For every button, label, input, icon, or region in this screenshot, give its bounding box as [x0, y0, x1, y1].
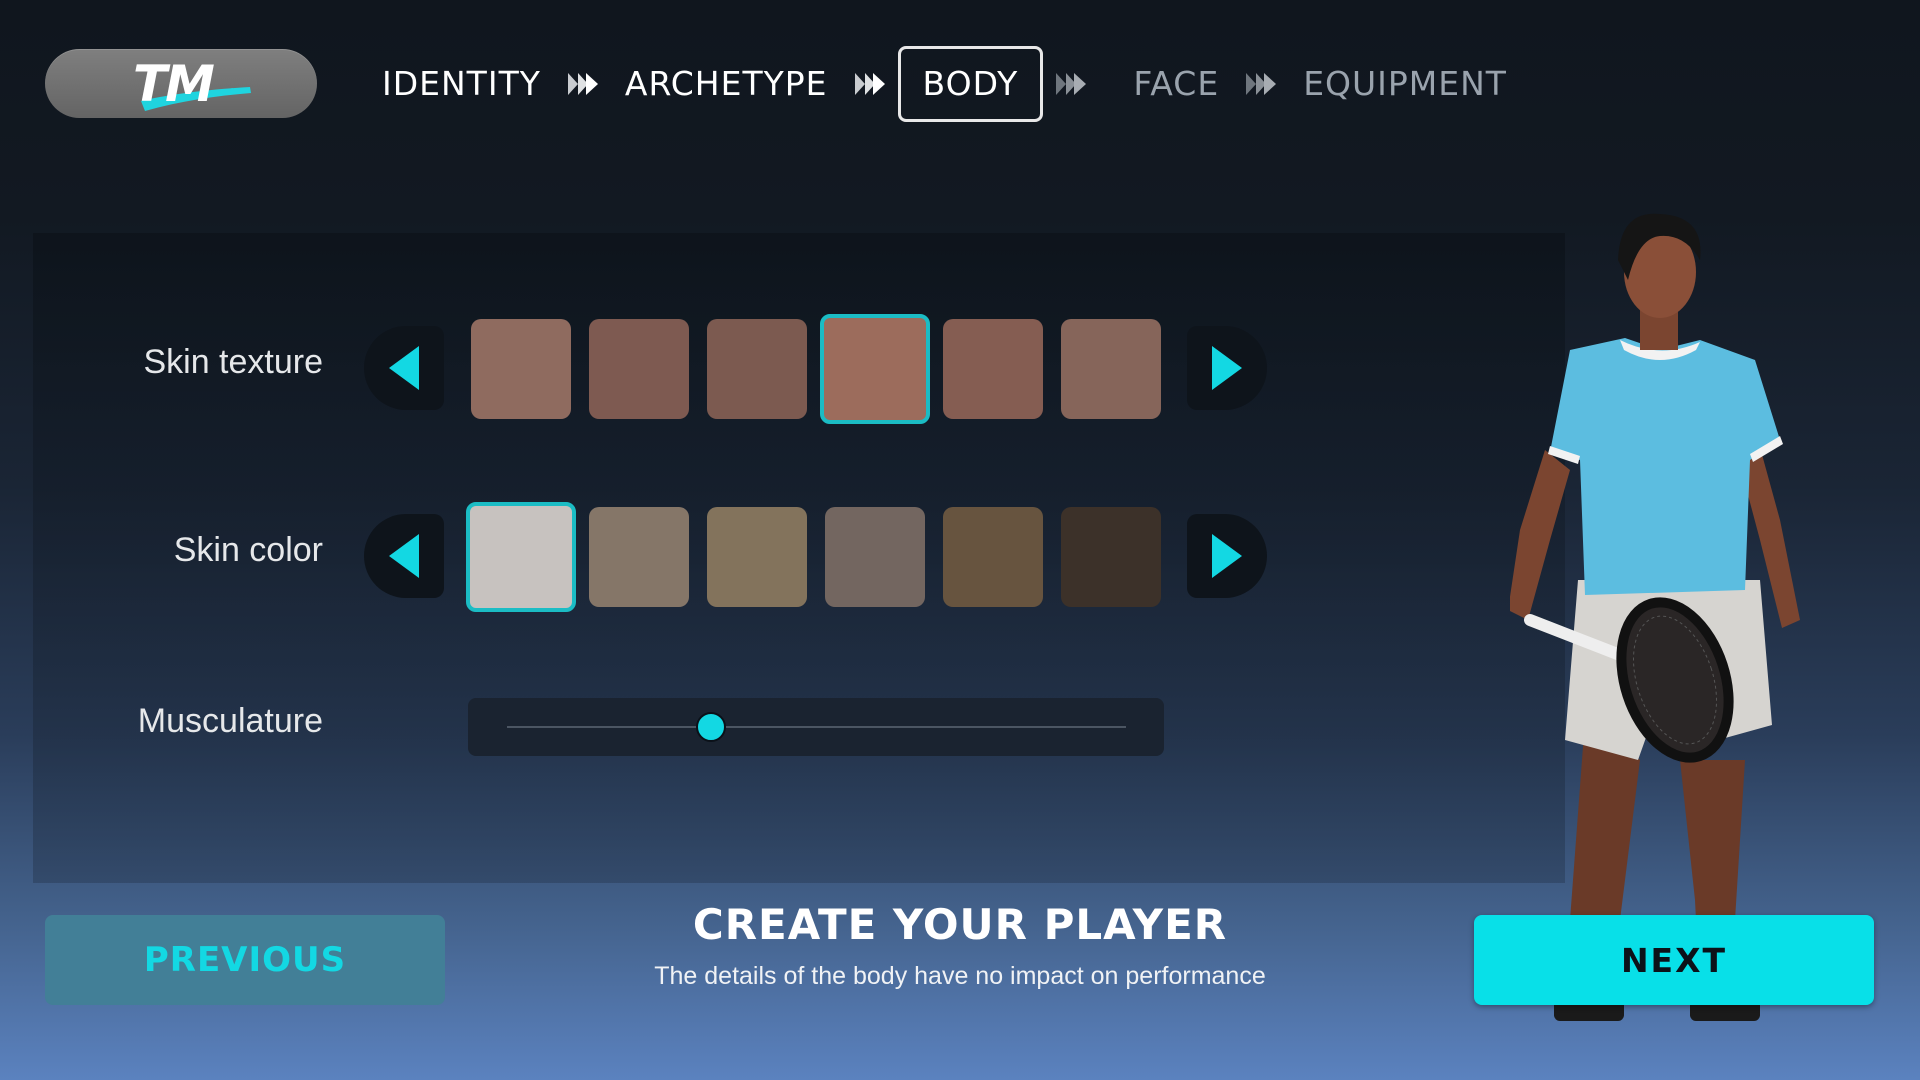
double-chevron-right-icon [1049, 46, 1093, 122]
page-title: CREATE YOUR PLAYER [692, 900, 1228, 949]
step-breadcrumb: IDENTITY ARCHETYPE BODY FACE EQUIPMENT [362, 44, 1527, 124]
triangle-left-icon [389, 346, 419, 390]
skin-texture-swatch[interactable] [1061, 319, 1161, 419]
player-model [1510, 213, 1800, 1021]
skin-color-label: Skin color [173, 531, 323, 569]
double-chevron-right-icon [848, 46, 892, 122]
tm-logo: TM [45, 49, 317, 118]
step-body[interactable]: BODY [897, 46, 1044, 122]
next-button[interactable]: NEXT [1474, 915, 1874, 1005]
skin-color-swatch[interactable] [825, 507, 925, 607]
skin-color-swatch[interactable] [466, 502, 576, 612]
step-face[interactable]: FACE [1113, 46, 1239, 122]
skin-color-swatch[interactable] [589, 507, 689, 607]
triangle-right-icon [1212, 346, 1242, 390]
logo-text: TM [133, 55, 215, 113]
step-archetype[interactable]: ARCHETYPE [605, 46, 848, 122]
skin-texture-label: Skin texture [143, 343, 323, 381]
page-subtitle: The details of the body have no impact o… [654, 962, 1266, 990]
step-identity[interactable]: IDENTITY [362, 46, 561, 122]
skin-texture-swatch[interactable] [820, 314, 930, 424]
step-equipment[interactable]: EQUIPMENT [1283, 46, 1527, 122]
triangle-right-icon [1212, 534, 1242, 578]
previous-button[interactable]: PREVIOUS [45, 915, 445, 1005]
skin-texture-swatch[interactable] [471, 319, 571, 419]
skin-color-next-button[interactable] [1187, 514, 1267, 598]
skin-texture-prev-button[interactable] [364, 326, 444, 410]
skin-texture-next-button[interactable] [1187, 326, 1267, 410]
skin-color-swatch[interactable] [943, 507, 1043, 607]
double-chevron-right-icon [561, 46, 605, 122]
skin-color-swatch[interactable] [1061, 507, 1161, 607]
skin-texture-swatch[interactable] [589, 319, 689, 419]
skin-color-swatch[interactable] [707, 507, 807, 607]
double-chevron-right-icon [1239, 46, 1283, 122]
triangle-left-icon [389, 534, 419, 578]
musculature-slider-track [507, 726, 1126, 728]
skin-texture-swatch[interactable] [943, 319, 1043, 419]
musculature-label: Musculature [137, 702, 323, 740]
skin-color-prev-button[interactable] [364, 514, 444, 598]
skin-texture-swatch[interactable] [707, 319, 807, 419]
